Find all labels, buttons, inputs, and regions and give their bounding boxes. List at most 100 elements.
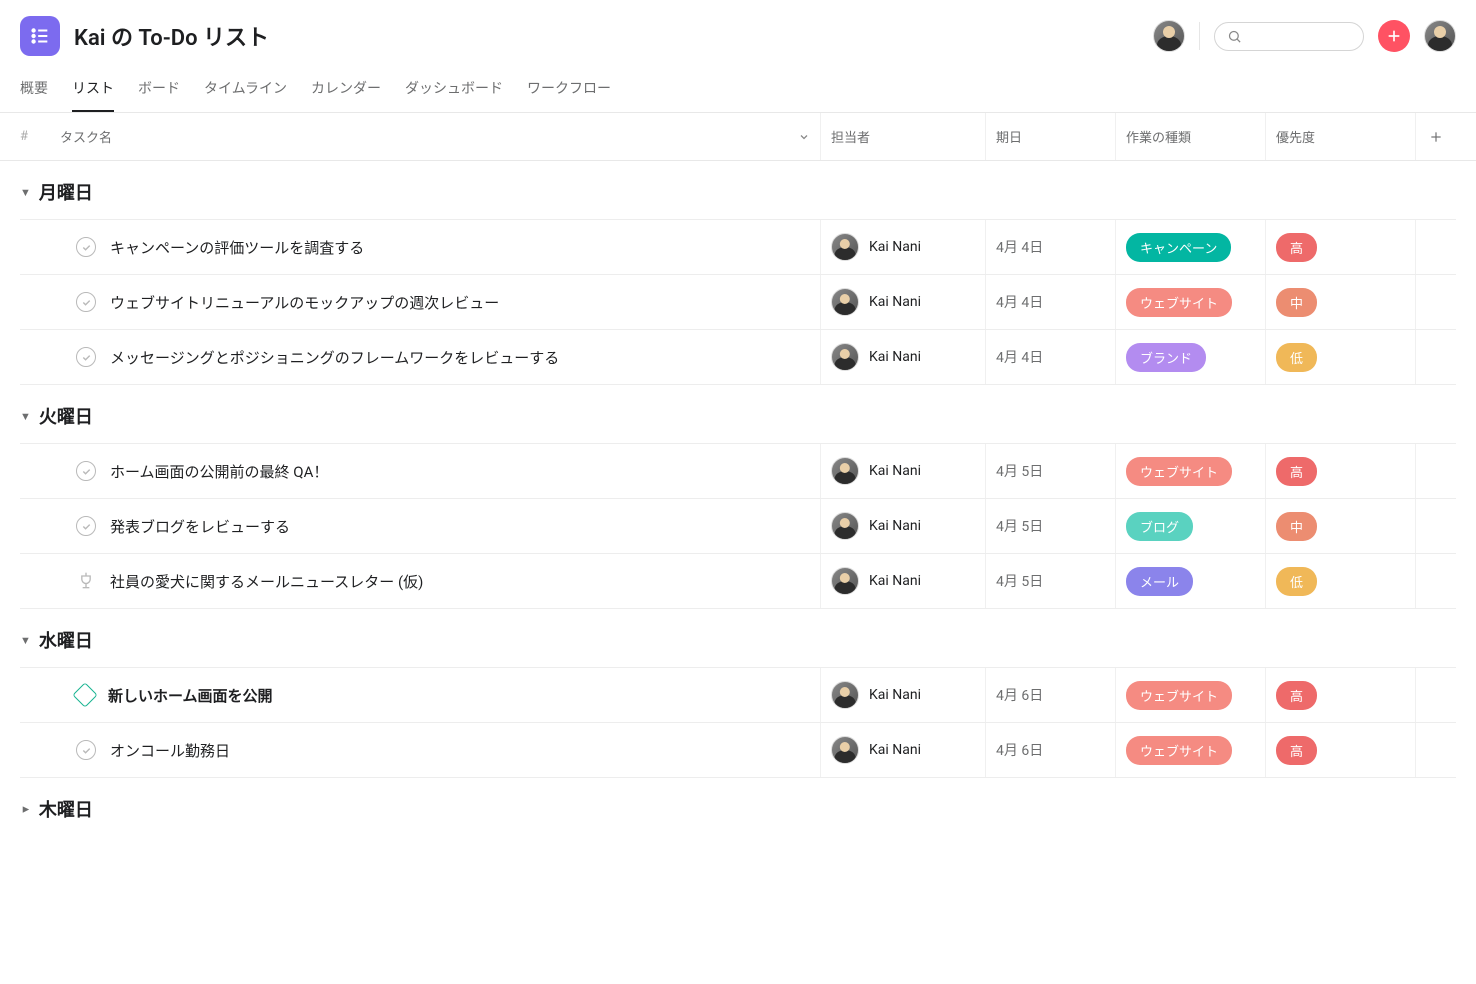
section: ▼ 月曜日 キャンペーンの評価ツールを調査する Kai Nani 4月 4日 キ… bbox=[0, 161, 1476, 385]
worktype-cell[interactable]: ウェブサイト bbox=[1116, 723, 1266, 777]
assignee-cell[interactable]: Kai Nani bbox=[821, 220, 986, 274]
priority-tag: 低 bbox=[1276, 343, 1317, 372]
add-column-button[interactable] bbox=[1416, 113, 1456, 160]
user-avatar[interactable] bbox=[1424, 20, 1456, 52]
col-task[interactable]: タスク名 bbox=[50, 113, 821, 160]
priority-cell[interactable]: 高 bbox=[1266, 668, 1416, 722]
date-cell[interactable]: 4月 4日 bbox=[986, 220, 1116, 274]
caret-icon: ▼ bbox=[20, 186, 31, 199]
section-header[interactable]: ▼ 水曜日 bbox=[20, 609, 1456, 667]
assignee-cell[interactable]: Kai Nani bbox=[821, 444, 986, 498]
task-row[interactable]: ウェブサイトリニューアルのモックアップの週次レビュー Kai Nani 4月 4… bbox=[20, 274, 1456, 329]
assignee-cell[interactable]: Kai Nani bbox=[821, 275, 986, 329]
col-priority[interactable]: 優先度 bbox=[1266, 113, 1416, 160]
add-button[interactable] bbox=[1378, 20, 1410, 52]
task-row[interactable]: オンコール勤務日 Kai Nani 4月 6日 ウェブサイト 高 bbox=[20, 722, 1456, 778]
section-header[interactable]: ▼ 木曜日 bbox=[20, 778, 1456, 836]
assignee-cell[interactable]: Kai Nani bbox=[821, 554, 986, 608]
worktype-cell[interactable]: キャンペーン bbox=[1116, 220, 1266, 274]
tab-4[interactable]: カレンダー bbox=[311, 68, 381, 112]
date-cell[interactable]: 4月 6日 bbox=[986, 723, 1116, 777]
priority-cell[interactable]: 高 bbox=[1266, 444, 1416, 498]
assignee-cell[interactable]: Kai Nani bbox=[821, 499, 986, 553]
check-circle-icon[interactable] bbox=[76, 740, 96, 760]
tab-1[interactable]: リスト bbox=[72, 68, 114, 112]
milestone-icon[interactable] bbox=[72, 682, 97, 707]
task-name: 社員の愛犬に関するメールニュースレター (仮) bbox=[110, 571, 423, 592]
tab-2[interactable]: ボード bbox=[138, 68, 180, 112]
assignee-avatar bbox=[831, 233, 859, 261]
section: ▼ 火曜日 ホーム画面の公開前の最終 QA！ Kai Nani 4月 5日 ウェ… bbox=[0, 385, 1476, 609]
task-name-cell[interactable]: キャンペーンの評価ツールを調査する bbox=[50, 220, 821, 274]
priority-tag: 高 bbox=[1276, 736, 1317, 765]
task-row[interactable]: 新しいホーム画面を公開 Kai Nani 4月 6日 ウェブサイト 高 bbox=[20, 667, 1456, 722]
worktype-cell[interactable]: ブログ bbox=[1116, 499, 1266, 553]
assignee-avatar bbox=[831, 567, 859, 595]
date-cell[interactable]: 4月 5日 bbox=[986, 499, 1116, 553]
search-input[interactable] bbox=[1248, 29, 1351, 44]
section-title: 火曜日 bbox=[39, 403, 93, 429]
member-avatar[interactable] bbox=[1153, 20, 1185, 52]
col-worktype[interactable]: 作業の種類 bbox=[1116, 113, 1266, 160]
tab-0[interactable]: 概要 bbox=[20, 68, 48, 112]
due-date: 4月 4日 bbox=[996, 237, 1043, 257]
check-circle-icon[interactable] bbox=[76, 237, 96, 257]
task-name-cell[interactable]: 発表ブログをレビューする bbox=[50, 499, 821, 553]
worktype-tag: ウェブサイト bbox=[1126, 681, 1232, 710]
assignee-avatar bbox=[831, 681, 859, 709]
assignee-cell[interactable]: Kai Nani bbox=[821, 668, 986, 722]
worktype-cell[interactable]: ブランド bbox=[1116, 330, 1266, 384]
section-header[interactable]: ▼ 火曜日 bbox=[20, 385, 1456, 443]
worktype-cell[interactable]: ウェブサイト bbox=[1116, 275, 1266, 329]
priority-cell[interactable]: 中 bbox=[1266, 275, 1416, 329]
tab-6[interactable]: ワークフロー bbox=[527, 68, 611, 112]
worktype-cell[interactable]: ウェブサイト bbox=[1116, 444, 1266, 498]
priority-cell[interactable]: 高 bbox=[1266, 220, 1416, 274]
divider bbox=[1199, 22, 1200, 50]
worktype-cell[interactable]: ウェブサイト bbox=[1116, 668, 1266, 722]
date-cell[interactable]: 4月 5日 bbox=[986, 554, 1116, 608]
priority-cell[interactable]: 低 bbox=[1266, 330, 1416, 384]
section-header[interactable]: ▼ 月曜日 bbox=[20, 161, 1456, 219]
assignee-name: Kai Nani bbox=[869, 687, 921, 703]
task-name-cell[interactable]: メッセージングとポジショニングのフレームワークをレビューする bbox=[50, 330, 821, 384]
col-date[interactable]: 期日 bbox=[986, 113, 1116, 160]
assignee-name: Kai Nani bbox=[869, 742, 921, 758]
worktype-cell[interactable]: メール bbox=[1116, 554, 1266, 608]
due-date: 4月 5日 bbox=[996, 461, 1043, 481]
date-cell[interactable]: 4月 4日 bbox=[986, 330, 1116, 384]
priority-tag: 中 bbox=[1276, 512, 1317, 541]
check-circle-icon[interactable] bbox=[76, 347, 96, 367]
view-tabs: 概要リストボードタイムラインカレンダーダッシュボードワークフロー bbox=[0, 68, 1476, 113]
approval-icon[interactable] bbox=[76, 571, 96, 591]
search-input-wrap[interactable] bbox=[1214, 22, 1364, 51]
check-circle-icon[interactable] bbox=[76, 461, 96, 481]
task-name: 発表ブログをレビューする bbox=[110, 516, 290, 537]
priority-cell[interactable]: 低 bbox=[1266, 554, 1416, 608]
task-name-cell[interactable]: 新しいホーム画面を公開 bbox=[50, 668, 821, 722]
task-row[interactable]: ホーム画面の公開前の最終 QA！ Kai Nani 4月 5日 ウェブサイト 高 bbox=[20, 443, 1456, 498]
priority-cell[interactable]: 中 bbox=[1266, 499, 1416, 553]
date-cell[interactable]: 4月 6日 bbox=[986, 668, 1116, 722]
assignee-cell[interactable]: Kai Nani bbox=[821, 330, 986, 384]
task-row[interactable]: メッセージングとポジショニングのフレームワークをレビューする Kai Nani … bbox=[20, 329, 1456, 385]
assignee-name: Kai Nani bbox=[869, 518, 921, 534]
check-circle-icon[interactable] bbox=[76, 516, 96, 536]
task-name-cell[interactable]: オンコール勤務日 bbox=[50, 723, 821, 777]
project-list-icon bbox=[20, 16, 60, 56]
check-circle-icon[interactable] bbox=[76, 292, 96, 312]
task-name-cell[interactable]: 社員の愛犬に関するメールニュースレター (仮) bbox=[50, 554, 821, 608]
tab-5[interactable]: ダッシュボード bbox=[405, 68, 503, 112]
task-name-cell[interactable]: ホーム画面の公開前の最終 QA！ bbox=[50, 444, 821, 498]
date-cell[interactable]: 4月 4日 bbox=[986, 275, 1116, 329]
task-row[interactable]: 発表ブログをレビューする Kai Nani 4月 5日 ブログ 中 bbox=[20, 498, 1456, 553]
task-row[interactable]: 社員の愛犬に関するメールニュースレター (仮) Kai Nani 4月 5日 メ… bbox=[20, 553, 1456, 609]
tab-3[interactable]: タイムライン bbox=[204, 68, 287, 112]
col-assignee[interactable]: 担当者 bbox=[821, 113, 986, 160]
caret-icon: ▼ bbox=[20, 410, 31, 423]
task-row[interactable]: キャンペーンの評価ツールを調査する Kai Nani 4月 4日 キャンペーン … bbox=[20, 219, 1456, 274]
date-cell[interactable]: 4月 5日 bbox=[986, 444, 1116, 498]
priority-cell[interactable]: 高 bbox=[1266, 723, 1416, 777]
assignee-cell[interactable]: Kai Nani bbox=[821, 723, 986, 777]
task-name-cell[interactable]: ウェブサイトリニューアルのモックアップの週次レビュー bbox=[50, 275, 821, 329]
